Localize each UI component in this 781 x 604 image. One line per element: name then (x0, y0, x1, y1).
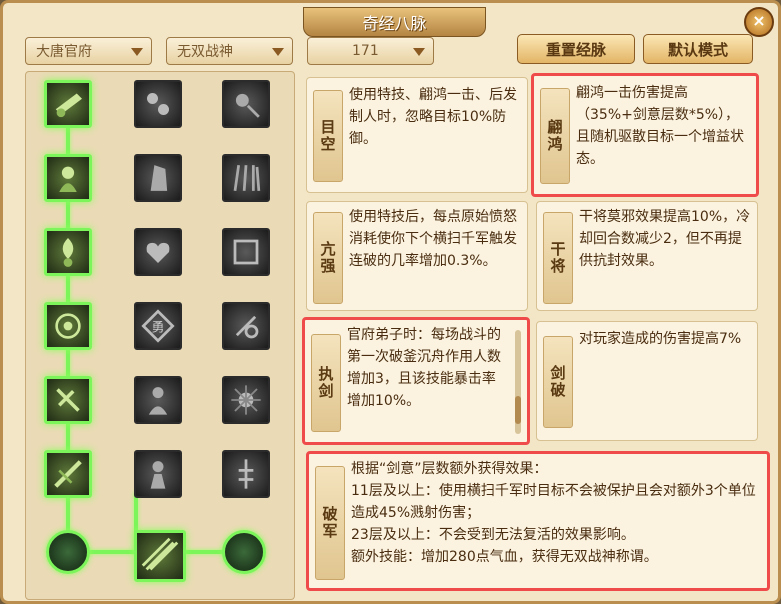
talent-label: 破军 (315, 466, 345, 580)
skill-node-5[interactable] (44, 376, 92, 424)
skill-node-3[interactable] (44, 228, 92, 276)
talent-desc: 使用特技、翩鸿一击、后发制人时，忽略目标10%防御。 (349, 87, 517, 147)
talent-label: 干将 (543, 212, 573, 304)
skill-node-4[interactable] (44, 302, 92, 350)
skill-node-13[interactable] (222, 80, 270, 128)
talent-desc: 干将莫邪效果提高10%，冷却回合数减少2，但不再提供抗封效果。 (579, 209, 751, 269)
level-dropdown[interactable]: 171 (307, 37, 434, 65)
talent-label: 剑破 (543, 336, 573, 428)
skill-node-17[interactable] (222, 376, 270, 424)
skill-node-18[interactable] (222, 450, 270, 498)
talent-card-zhijian[interactable]: 执剑 官府弟子时：每场战斗的第一次破釜沉舟作用人数增加3，且该技能暴击率增加10… (302, 317, 530, 445)
talent-card-jianpo[interactable]: 剑破 对玩家造成的伤害提高7% (536, 321, 758, 441)
swirl-icon-right[interactable] (222, 530, 266, 574)
talent-card-kangqiang[interactable]: 亢强 使用特技后，每点原始愤怒消耗使你下个横扫千军触发连破的几率增加0.3%。 (306, 201, 528, 311)
talent-label: 亢强 (313, 212, 343, 304)
talent-label: 目空 (313, 90, 343, 182)
talent-desc: 使用特技后，每点原始愤怒消耗使你下个横扫千军触发连破的几率增加0.3%。 (349, 209, 517, 269)
skill-node-6[interactable] (44, 450, 92, 498)
scrollbar-thumb[interactable] (515, 396, 521, 424)
school-value: 大唐官府 (36, 44, 92, 60)
school-dropdown[interactable]: 大唐官府 (25, 37, 152, 65)
svg-text:勇: 勇 (152, 321, 165, 336)
default-mode-button[interactable]: 默认模式 (643, 34, 753, 64)
talent-desc: 对玩家造成的伤害提高7% (579, 331, 742, 347)
window-title: 奇经八脉 (362, 14, 427, 33)
talent-card-ganjiang[interactable]: 干将 干将莫邪效果提高10%，冷却回合数减少2，但不再提供抗封效果。 (536, 201, 758, 311)
skill-node-8[interactable] (134, 154, 182, 202)
meridian-window: 奇经八脉 × 大唐官府 无双战神 171 重置经脉 默认模式 勇 目空 使用特技… (0, 0, 781, 604)
skill-node-2[interactable] (44, 154, 92, 202)
chevron-down-icon (131, 48, 143, 56)
talent-desc: 翩鸿一击伤害提高（35%+剑意层数*5%），且随机驱散目标一个增益状态。 (576, 85, 744, 167)
style-value: 无双战神 (177, 44, 233, 60)
skill-node-14[interactable] (222, 154, 270, 202)
title-bar: 奇经八脉 (303, 7, 486, 37)
talent-card-pianhong[interactable]: 翩鸿 翩鸿一击伤害提高（35%+剑意层数*5%），且随机驱散目标一个增益状态。 (531, 73, 759, 197)
swirl-icon-left[interactable] (46, 530, 90, 574)
talent-card-mukong[interactable]: 目空 使用特技、翩鸿一击、后发制人时，忽略目标10%防御。 (306, 77, 528, 193)
skill-node-11[interactable] (134, 376, 182, 424)
chevron-down-icon (272, 48, 284, 56)
talent-label: 执剑 (311, 334, 341, 432)
talent-desc: 官府弟子时：每场战斗的第一次破釜沉舟作用人数增加3，且该技能暴击率增加10%。 (347, 327, 501, 409)
meridian-tree: 勇 (25, 71, 295, 600)
talent-label: 翩鸿 (540, 88, 570, 184)
level-value: 171 (352, 43, 379, 59)
talent-card-pojun[interactable]: 破军 根据“剑意”层数额外获得效果： 11层及以上：使用横扫千军时目标不会被保护… (306, 451, 770, 591)
skill-node-16[interactable] (222, 302, 270, 350)
talent-desc: 根据“剑意”层数额外获得效果： 11层及以上：使用横扫千军时目标不会被保护且会对… (351, 461, 756, 565)
skill-node-7[interactable] (134, 80, 182, 128)
scrollbar[interactable] (515, 330, 521, 434)
skill-node-1[interactable] (44, 80, 92, 128)
skill-node-12[interactable] (134, 450, 182, 498)
close-button[interactable]: × (744, 7, 774, 37)
style-dropdown[interactable]: 无双战神 (166, 37, 293, 65)
reset-button[interactable]: 重置经脉 (517, 34, 635, 64)
swords-icon[interactable] (134, 530, 186, 582)
chevron-down-icon (413, 48, 425, 56)
heart-icon[interactable] (134, 228, 182, 276)
skill-node-10[interactable]: 勇 (134, 302, 182, 350)
skill-node-15[interactable] (222, 228, 270, 276)
